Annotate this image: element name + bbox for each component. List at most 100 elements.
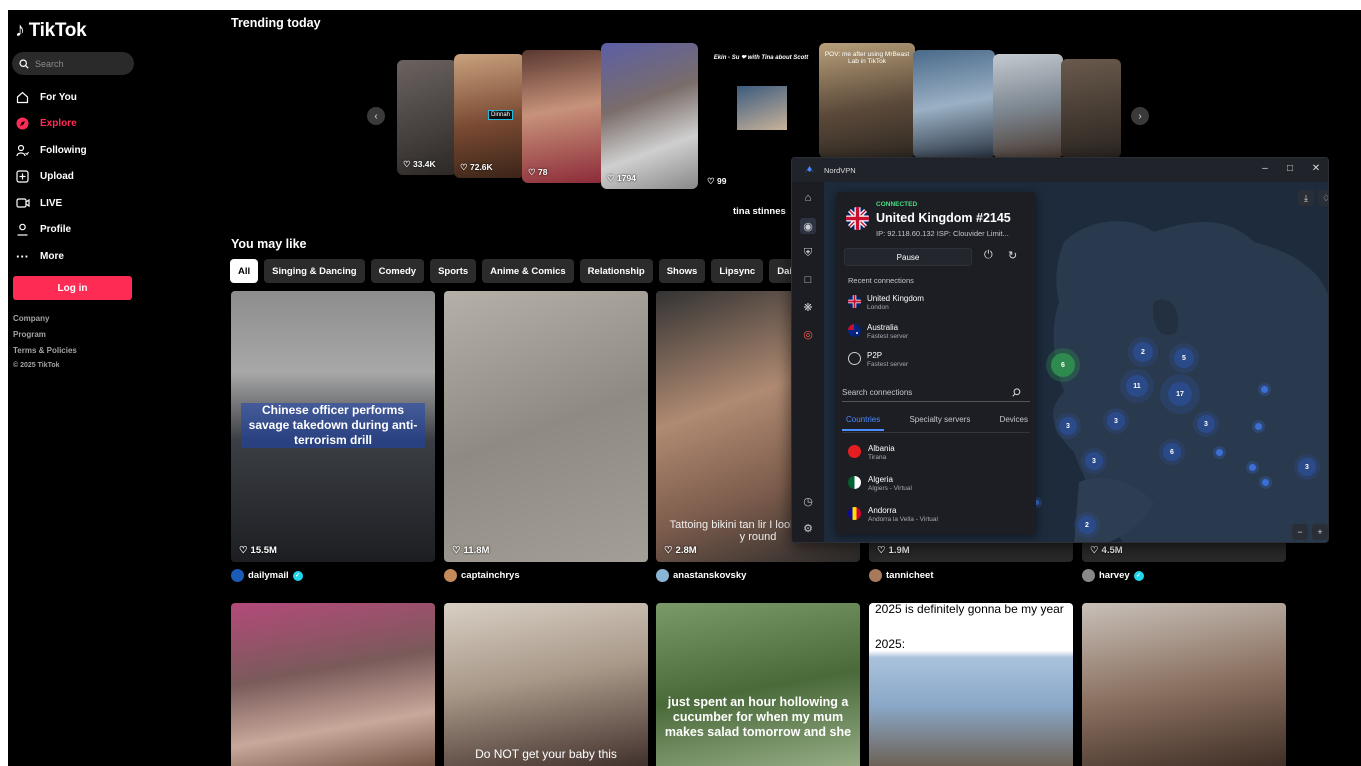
zoom-in-button[interactable]: + <box>1312 524 1328 540</box>
video-card[interactable] <box>1082 603 1286 766</box>
chip-singing-dancing[interactable]: Singing & Dancing <box>264 259 365 283</box>
search-connections-box[interactable] <box>842 384 1030 402</box>
settings-icon[interactable]: ⚙ <box>800 520 816 536</box>
home-icon[interactable]: ⌂ <box>800 190 816 206</box>
country-item[interactable]: Andorra Andorra la Vella - Virtual <box>848 506 938 523</box>
trending-card[interactable]: Dinnah ♡ 72.6K <box>454 54 524 178</box>
trending-card[interactable]: ♡ 33.4K <box>397 60 457 175</box>
help-icon[interactable]: ◷ <box>800 493 816 509</box>
map-cluster[interactable]: 3 <box>1107 412 1125 430</box>
you-may-like-title: You may like <box>231 237 307 251</box>
featured-creator-name[interactable]: tina stinnes <box>733 206 786 217</box>
chip-lipsync[interactable]: Lipsync <box>711 259 764 283</box>
video-author[interactable]: tannicheet <box>869 569 934 582</box>
download-icon[interactable]: ⤓ <box>1298 190 1314 206</box>
nav-for-you[interactable]: For You <box>15 84 87 111</box>
country-item[interactable]: Albania Tirana <box>848 444 895 461</box>
recent-connection-item[interactable]: P2P Fastest server <box>848 351 908 368</box>
maximize-button[interactable]: □ <box>1283 163 1297 174</box>
trending-card[interactable] <box>913 50 995 158</box>
footer-program[interactable]: Program <box>13 327 77 343</box>
nordvpn-sidebar: ⌂ ◉ ⛨ □ ❋ ◎ ◷ ⚙ <box>792 182 824 542</box>
tab-specialty-servers[interactable]: Specialty servers <box>905 415 974 431</box>
trending-card[interactable] <box>1061 59 1121 158</box>
nordvpn-window: NordVPN – □ ✕ ⌂ ◉ ⛨ □ ❋ ◎ ◷ ⚙ 6 2 5 11 1… <box>791 157 1329 543</box>
nav-live[interactable]: LIVE <box>15 190 87 217</box>
recent-connection-item[interactable]: Australia Fastest server <box>848 323 908 340</box>
map-cluster[interactable]: 17 <box>1168 382 1192 406</box>
tiktok-logo[interactable]: ♪ TikTok <box>15 19 87 42</box>
algeria-flag-icon <box>848 476 861 489</box>
shield-icon[interactable]: ⛨ <box>800 245 816 261</box>
video-author[interactable]: dailymail ✓ <box>231 569 303 582</box>
map-cluster[interactable]: 3 <box>1085 452 1103 470</box>
pause-button[interactable]: Pause <box>844 248 972 266</box>
map-cluster[interactable]: 3 <box>1197 415 1215 433</box>
search-connections-input[interactable] <box>842 388 1012 397</box>
meshnet-icon[interactable]: ❋ <box>800 299 816 315</box>
recent-connection-item[interactable]: United Kingdom London <box>848 294 924 311</box>
file-share-icon[interactable]: □ <box>800 272 816 288</box>
video-author[interactable]: anastanskovsky <box>656 569 746 582</box>
chip-sports[interactable]: Sports <box>430 259 477 283</box>
video-card[interactable]: 2025 is definitely gonna be my year 2025… <box>869 603 1073 766</box>
video-card[interactable]: just spent an hour hollowing a cucumber … <box>656 603 860 766</box>
chip-shows[interactable]: Shows <box>658 259 706 283</box>
close-button[interactable]: ✕ <box>1309 163 1323 174</box>
tab-countries[interactable]: Countries <box>842 415 885 431</box>
carousel-prev-button[interactable]: ‹ <box>367 107 385 125</box>
minimize-button[interactable]: – <box>1258 163 1272 174</box>
map-server-pin[interactable] <box>1249 464 1256 471</box>
card-thumb <box>737 86 787 130</box>
reconnect-icon[interactable]: ↻ <box>1008 249 1017 262</box>
map-server-pin[interactable] <box>1261 386 1268 393</box>
map-cluster[interactable]: 11 <box>1126 375 1148 397</box>
carousel-next-button[interactable]: › <box>1131 107 1149 125</box>
map-server-pin[interactable] <box>1216 449 1223 456</box>
globe-icon[interactable]: ◉ <box>800 218 816 234</box>
footer-terms[interactable]: Terms & Policies <box>13 343 77 359</box>
video-card[interactable] <box>231 603 435 766</box>
nav-upload[interactable]: Upload <box>15 164 87 191</box>
map-cluster[interactable]: 6 <box>1051 353 1075 377</box>
nav-more[interactable]: ··· More <box>15 243 87 270</box>
video-card[interactable]: Chinese officer performs savage takedown… <box>231 291 435 562</box>
chip-comedy[interactable]: Comedy <box>370 259 425 283</box>
chip-all[interactable]: All <box>230 259 259 283</box>
video-author[interactable]: captainchrys <box>444 569 520 582</box>
zoom-out-button[interactable]: − <box>1292 524 1308 540</box>
trending-card[interactable]: ♡ 78 <box>522 50 604 183</box>
map-server-pin[interactable] <box>1255 423 1262 430</box>
country-item[interactable]: Algeria Algiers - Virtual <box>848 475 912 492</box>
trending-card[interactable]: ♡ 1794 <box>601 43 698 189</box>
map-cluster[interactable]: 6 <box>1163 443 1181 461</box>
search-input[interactable] <box>35 58 125 69</box>
chip-relationship[interactable]: Relationship <box>579 259 653 283</box>
server-map[interactable]: 6 2 5 11 17 3 3 3 6 3 3 2 ⤓ ♢ − + <box>824 182 1328 542</box>
map-cluster[interactable]: 2 <box>1078 516 1096 534</box>
nav-explore[interactable]: Explore <box>15 111 87 138</box>
dark-web-monitor-icon[interactable]: ◎ <box>800 326 816 342</box>
bell-icon[interactable]: ♢ <box>1318 190 1328 206</box>
search-box[interactable] <box>12 52 134 75</box>
footer-company[interactable]: Company <box>13 311 77 327</box>
map-cluster[interactable]: 5 <box>1174 348 1194 368</box>
login-button[interactable]: Log in <box>13 276 132 300</box>
trending-card[interactable] <box>993 54 1063 158</box>
video-author[interactable]: harvey ✓ <box>1082 569 1144 582</box>
footer-copyright: © 2025 TikTok <box>13 362 60 369</box>
video-card[interactable]: ♡ 11.8M <box>444 291 648 562</box>
nav-following[interactable]: Following <box>15 137 87 164</box>
cluster-count: 3 <box>1204 420 1208 428</box>
map-cluster[interactable]: 3 <box>1059 417 1077 435</box>
map-server-pin[interactable] <box>1262 479 1269 486</box>
power-icon[interactable]: ⏻ <box>984 249 993 262</box>
chip-anime-comics[interactable]: Anime & Comics <box>482 259 574 283</box>
trending-card[interactable]: POV: me after using MrBeast Lab in TikTo… <box>819 43 915 158</box>
tab-devices[interactable]: Devices <box>996 415 1032 431</box>
video-card[interactable]: Do NOT get your baby this <box>444 603 648 766</box>
map-cluster[interactable]: 2 <box>1133 342 1153 362</box>
nav-profile[interactable]: Profile <box>15 217 87 244</box>
map-cluster[interactable]: 3 <box>1298 458 1316 476</box>
cluster-count: 6 <box>1061 361 1065 369</box>
